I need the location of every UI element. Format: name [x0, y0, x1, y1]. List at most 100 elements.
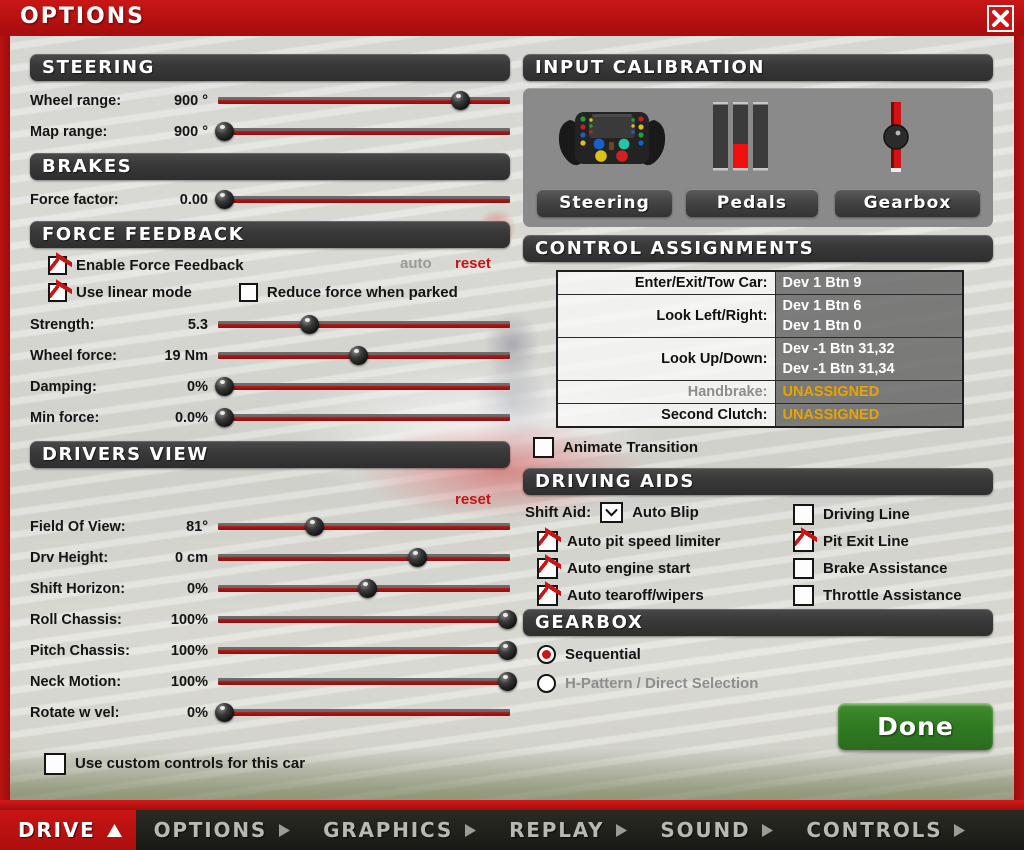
slider-label: Damping:	[30, 378, 97, 395]
slider-track-wheel-force[interactable]	[218, 345, 510, 365]
table-row[interactable]: Look Left/Right: Dev 1 Btn 6 Dev 1 Btn 0	[556, 294, 964, 338]
slider-label: Neck Motion:	[30, 673, 122, 690]
checkbox-throttle-assistance[interactable]	[793, 585, 814, 606]
right-triangle-icon	[616, 823, 628, 837]
up-triangle-icon	[106, 823, 122, 837]
slider-knob[interactable]	[498, 671, 518, 691]
slider-track-min-force[interactable]	[214, 407, 510, 427]
right-triangle-icon	[465, 823, 477, 837]
slider-knob[interactable]	[214, 702, 234, 722]
calibration-button-gearbox[interactable]: Gearbox	[835, 189, 980, 217]
radio-row-sequential: Sequential	[537, 641, 993, 667]
section-header-steering: STEERING	[30, 54, 510, 81]
slider-knob[interactable]	[214, 121, 234, 141]
assignment-value[interactable]: UNASSIGNED	[774, 403, 964, 428]
table-row[interactable]: Look Up/Down: Dev -1 Btn 31,32 Dev -1 Bt…	[556, 337, 964, 381]
checkbox-row-auto-engine-start: Auto engine start	[537, 553, 690, 582]
checkbox-label: Reduce force when parked	[266, 284, 458, 301]
slider-bar	[218, 677, 510, 685]
assignment-value[interactable]: UNASSIGNED	[774, 380, 964, 404]
radio-sequential[interactable]	[537, 644, 556, 664]
table-row[interactable]: Second Clutch: UNASSIGNED	[556, 403, 964, 428]
assignment-value[interactable]: Dev -1 Btn 31,32 Dev -1 Btn 31,34	[774, 337, 964, 381]
checkbox-reduce-force-when-parked[interactable]	[238, 283, 258, 302]
nav-item-graphics[interactable]: GRAPHICS	[305, 810, 491, 850]
slider-track-force-factor[interactable]	[214, 189, 510, 209]
slider-knob[interactable]	[214, 407, 234, 427]
calibration-button-steering[interactable]: Steering	[537, 189, 672, 217]
drivers-view-reset-link[interactable]: reset	[455, 491, 491, 508]
assignment-value[interactable]: Dev 1 Btn 9	[774, 270, 964, 295]
done-button[interactable]: Done	[838, 703, 993, 750]
slider-bar	[218, 708, 510, 716]
slider-bar	[218, 615, 510, 623]
checkbox-auto-engine-start[interactable]	[537, 553, 561, 579]
slider-knob[interactable]	[299, 314, 319, 334]
slider-row-damping: Damping: 0%	[30, 371, 510, 402]
checkbox-pit-exit-line[interactable]	[793, 526, 817, 552]
slider-knob[interactable]	[498, 640, 518, 660]
slider-track-wheel-range[interactable]	[218, 90, 510, 110]
nav-item-controls[interactable]: CONTROLS	[788, 810, 980, 850]
assignment-value[interactable]: Dev 1 Btn 6 Dev 1 Btn 0	[774, 294, 964, 338]
slider-bar	[218, 553, 510, 561]
shift-aid-select[interactable]	[600, 502, 624, 523]
slider-knob[interactable]	[214, 376, 234, 396]
slider-track-drv-height[interactable]	[218, 547, 510, 567]
slider-value: 100%	[170, 673, 208, 690]
checkbox-brake-assistance[interactable]	[793, 558, 814, 579]
nav-item-replay[interactable]: REPLAY	[491, 810, 642, 850]
slider-knob[interactable]	[214, 189, 234, 209]
checkbox-animate-transition[interactable]	[533, 437, 554, 458]
nav-item-drive[interactable]: DRIVE	[0, 810, 136, 850]
slider-track-shift-horizon[interactable]	[218, 578, 510, 598]
section-title-steering: STEERING	[42, 57, 156, 78]
checkbox-use-linear-mode[interactable]	[48, 278, 72, 302]
section-title-control-assignments: CONTROL ASSIGNMENTS	[535, 238, 815, 259]
nav-item-sound[interactable]: SOUND	[642, 810, 788, 850]
section-title-brakes: BRAKES	[42, 156, 133, 177]
slider-track-strength[interactable]	[218, 314, 510, 334]
checkbox-auto-pit-speed-limiter[interactable]	[537, 526, 561, 552]
frame-edge-left	[0, 36, 10, 810]
section-header-force-feedback: FORCE FEEDBACK	[30, 221, 510, 248]
slider-bar	[218, 320, 510, 328]
checkbox-row-driving-line: Driving Line	[793, 501, 910, 528]
slider-track-damping[interactable]	[214, 376, 510, 396]
checkbox-enable-force-feedback[interactable]	[48, 251, 72, 275]
ffb-reset-link[interactable]: reset	[455, 255, 491, 272]
slider-track-map-range[interactable]	[214, 121, 510, 141]
slider-track-pitch-chassis[interactable]	[218, 640, 518, 660]
slider-value: 0.0%	[174, 409, 208, 426]
checkbox-driving-line[interactable]	[793, 504, 814, 525]
section-title-drivers-view: DRIVERS VIEW	[42, 444, 209, 465]
slider-track-field-of-view[interactable]	[218, 516, 510, 536]
checkbox-auto-tearoff-wipers[interactable]	[537, 580, 561, 606]
slider-row-map-range: Map range: 900 °	[30, 116, 510, 147]
checkbox-label: Animate Transition	[563, 439, 699, 456]
table-row[interactable]: Enter/Exit/Tow Car: Dev 1 Btn 9	[556, 270, 964, 295]
slider-knob[interactable]	[349, 345, 369, 365]
checkbox-label: Use linear mode	[76, 284, 192, 301]
slider-track-neck-motion[interactable]	[218, 671, 518, 691]
slider-knob[interactable]	[407, 547, 427, 567]
slider-bar	[218, 413, 510, 421]
slider-knob[interactable]	[451, 90, 471, 110]
checkbox-use-custom-controls[interactable]	[44, 752, 66, 775]
slider-knob[interactable]	[498, 609, 518, 629]
control-assignments-table: Enter/Exit/Tow Car: Dev 1 Btn 9 Look Lef…	[556, 270, 964, 428]
nav-item-options[interactable]: OPTIONS	[136, 810, 306, 850]
close-button[interactable]	[987, 5, 1014, 32]
close-x-icon	[992, 10, 1009, 27]
calibration-button-pedals[interactable]: Pedals	[686, 189, 818, 217]
slider-knob[interactable]	[305, 516, 325, 536]
table-row[interactable]: Handbrake: UNASSIGNED	[556, 380, 964, 404]
slider-track-roll-chassis[interactable]	[218, 609, 518, 629]
radio-h-pattern[interactable]	[537, 673, 556, 693]
slider-track-rotate-w-vel[interactable]	[214, 702, 510, 722]
slider-knob[interactable]	[357, 578, 377, 598]
nav-label: REPLAY	[509, 818, 605, 842]
left-column: STEERING Wheel range: 900 ° Map range: 9…	[30, 54, 518, 777]
checkbox-label: Driving Line	[823, 506, 910, 523]
assignment-label: Handbrake:	[556, 380, 776, 404]
